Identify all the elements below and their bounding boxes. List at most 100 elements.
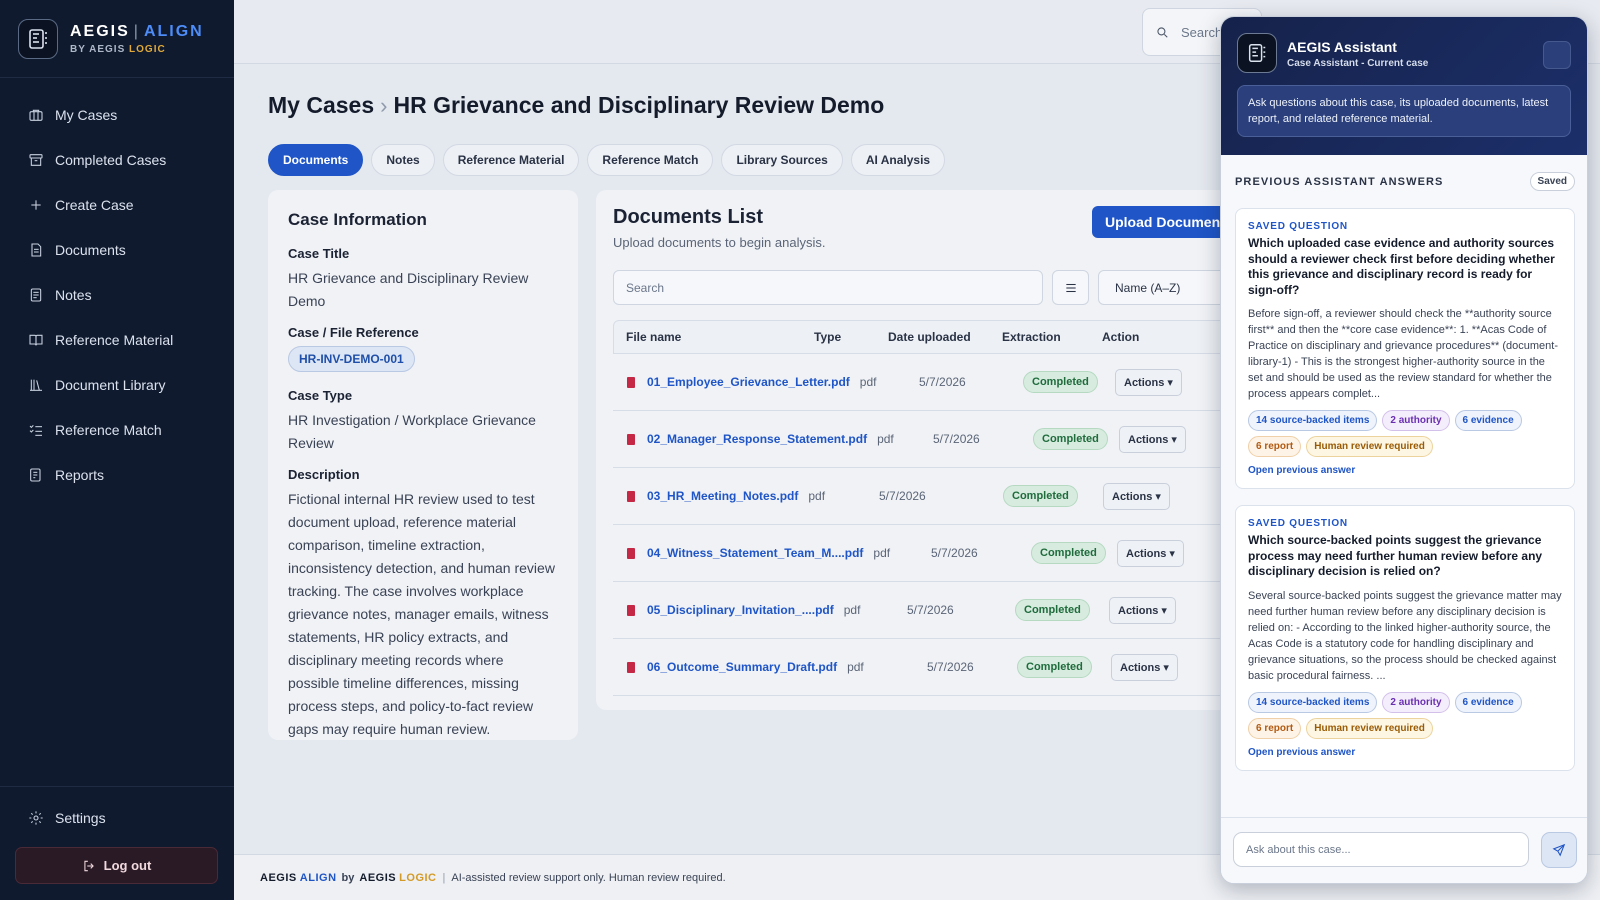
brand[interactable]: AEGIS | ALIGN BY AEGIS LOGIC [0, 0, 234, 78]
global-search-placeholder: Search [1181, 24, 1223, 40]
sidebar-nav: My Cases Completed Cases Create Case Doc… [0, 92, 234, 497]
previous-answers-list: SAVED QUESTION Which uploaded case eviden… [1235, 208, 1575, 812]
sidebar-item-reports[interactable]: Reports [0, 452, 234, 497]
file-name-link[interactable]: 05_Disciplinary_Invitation_....pdf [647, 603, 834, 617]
pdf-file-icon [627, 376, 635, 388]
row-actions-button[interactable]: Actions ▾ [1109, 596, 1176, 624]
row-actions-button[interactable]: Actions ▾ [1111, 653, 1178, 681]
sidebar-item-label: Completed Cases [55, 151, 167, 168]
pdf-file-icon [627, 604, 635, 616]
saved-answer-excerpt: Several source-backed points suggest the… [1248, 589, 1562, 682]
tab-reference-material[interactable]: Reference Material [442, 144, 580, 176]
logout-icon [84, 860, 94, 871]
table-row[interactable]: 06_Outcome_Summary_Draft.pdf pdf 5/7/2026 C… [613, 639, 1236, 696]
table-header: File name Type Date uploaded Extraction … [613, 320, 1236, 354]
case-ref-badge: HR-INV-DEMO-001 [288, 346, 415, 372]
table-row[interactable]: 05_Disciplinary_Invitation_....pdf pdf 5/7… [613, 582, 1236, 639]
table-row[interactable]: 02_Manager_Response_Statement.pdf pdf 5/7/… [613, 411, 1236, 468]
report-icon [30, 467, 41, 482]
assistant-close-button[interactable] [1543, 41, 1571, 69]
tab-reference-match[interactable]: Reference Match [587, 144, 714, 176]
sidebar-item-document-library[interactable]: Document Library [0, 362, 234, 407]
extraction-status-badge: Completed [1033, 428, 1108, 450]
plus-icon [31, 199, 41, 210]
col-action: Action [1102, 330, 1140, 344]
footer-product: ALIGN [299, 871, 337, 884]
file-name-link[interactable]: 06_Outcome_Summary_Draft.pdf [647, 660, 837, 674]
sidebar-item-settings[interactable]: Settings [0, 803, 234, 833]
case-desc-label: Description [288, 467, 360, 482]
row-actions-button[interactable]: Actions ▾ [1115, 368, 1182, 396]
breadcrumb-root[interactable]: My Cases [268, 92, 374, 119]
file-type: pdf [877, 432, 894, 446]
case-ref-label: Case / File Reference [288, 325, 419, 340]
file-name-link[interactable]: 01_Employee_Grievance_Letter.pdf [647, 375, 850, 389]
send-button[interactable] [1541, 832, 1577, 868]
col-date-uploaded[interactable]: Date uploaded [888, 330, 1002, 344]
tab-library-sources[interactable]: Library Sources [721, 144, 843, 176]
open-previous-answer-link[interactable]: Open previous answer [1248, 747, 1562, 758]
sidebar-item-reference-material[interactable]: Reference Material [0, 317, 234, 362]
upload-document-button[interactable]: Upload Document [1092, 206, 1236, 238]
file-cell: 03_HR_Meeting_Notes.pdf pdf [613, 489, 825, 503]
col-type[interactable]: Type [814, 330, 888, 344]
file-cell: 04_Witness_Statement_Team_M....pdf pdf [613, 546, 890, 560]
sidebar-item-completed-cases[interactable]: Completed Cases [0, 137, 234, 182]
row-actions-button[interactable]: Actions ▾ [1119, 425, 1186, 453]
assistant-composer: Ask about this case... [1221, 817, 1587, 883]
logout-button[interactable]: Log out [15, 847, 218, 884]
assistant-subtitle: Case Assistant - Current case [1287, 58, 1429, 69]
file-date: 5/7/2026 [907, 603, 954, 617]
tab-notes[interactable]: Notes [371, 144, 435, 176]
archive-icon [29, 153, 43, 166]
sidebar-item-label: Documents [55, 241, 126, 258]
file-name-link[interactable]: 03_HR_Meeting_Notes.pdf [647, 489, 798, 503]
file-cell: 02_Manager_Response_Statement.pdf pdf [613, 432, 894, 446]
sidebar-item-label: My Cases [55, 106, 118, 123]
row-actions-button[interactable]: Actions ▾ [1117, 539, 1184, 567]
pdf-file-icon [627, 490, 635, 502]
footer-brand: AEGIS [260, 871, 297, 884]
sidebar-item-create-case[interactable]: Create Case [0, 182, 234, 227]
sidebar-item-my-cases[interactable]: My Cases [0, 92, 234, 137]
extraction-status-badge: Completed [1015, 599, 1090, 621]
case-tabs: Documents Notes Reference Material Refer… [268, 144, 946, 176]
tab-ai-analysis[interactable]: AI Analysis [850, 144, 946, 176]
open-previous-answer-link[interactable]: Open previous answer [1248, 465, 1562, 476]
file-name-link[interactable]: 02_Manager_Response_Statement.pdf [647, 432, 867, 446]
file-date: 5/7/2026 [927, 660, 974, 674]
filter-button[interactable] [1052, 270, 1089, 305]
documents-search-input[interactable]: Search [613, 270, 1043, 305]
assistant-question-input[interactable]: Ask about this case... [1233, 832, 1529, 867]
sidebar-item-documents[interactable]: Documents [0, 227, 234, 272]
book-open-icon [29, 334, 43, 345]
file-type: pdf [847, 660, 864, 674]
table-body: 01_Employee_Grievance_Letter.pdf pdf 5/7/2… [613, 354, 1236, 696]
sidebar-item-reference-match[interactable]: Reference Match [0, 407, 234, 452]
answer-tags: 14 source-backed items 2 authority 6 evide… [1248, 410, 1562, 457]
col-extraction[interactable]: Extraction [1002, 330, 1102, 344]
sidebar-bottom: Settings Log out [0, 786, 234, 900]
assistant-input-placeholder: Ask about this case... [1246, 843, 1351, 856]
saved-answer-card: SAVED QUESTION Which uploaded case eviden… [1235, 208, 1575, 489]
table-row[interactable]: 01_Employee_Grievance_Letter.pdf pdf 5/7/2… [613, 354, 1236, 411]
sidebar-item-notes[interactable]: Notes [0, 272, 234, 317]
file-cell: 06_Outcome_Summary_Draft.pdf pdf [613, 660, 864, 674]
file-name-link[interactable]: 04_Witness_Statement_Team_M....pdf [647, 546, 863, 560]
assistant-title: AEGIS Assistant [1287, 39, 1397, 55]
sidebar-item-label: Document Library [55, 376, 166, 393]
brand-by: BY AEGIS [70, 43, 126, 55]
file-cell: 05_Disciplinary_Invitation_....pdf pdf [613, 603, 860, 617]
documents-table: File name Type Date uploaded Extraction … [613, 320, 1236, 696]
file-cell: 01_Employee_Grievance_Letter.pdf pdf [613, 375, 876, 389]
file-type: pdf [859, 375, 877, 389]
row-actions-button[interactable]: Actions ▾ [1103, 482, 1170, 510]
tab-documents[interactable]: Documents [268, 144, 364, 176]
col-file-name[interactable]: File name [614, 330, 814, 344]
saved-answer-card: SAVED QUESTION Which source-backed points… [1235, 505, 1575, 771]
sort-select[interactable]: Name (A–Z) [1098, 270, 1236, 305]
file-date: 5/7/2026 [933, 432, 980, 446]
table-row[interactable]: 04_Witness_Statement_Team_M....pdf pdf 5/7… [613, 525, 1236, 582]
saved-badge: Saved [1529, 172, 1575, 191]
table-row[interactable]: 03_HR_Meeting_Notes.pdf pdf 5/7/2026 Comple… [613, 468, 1236, 525]
